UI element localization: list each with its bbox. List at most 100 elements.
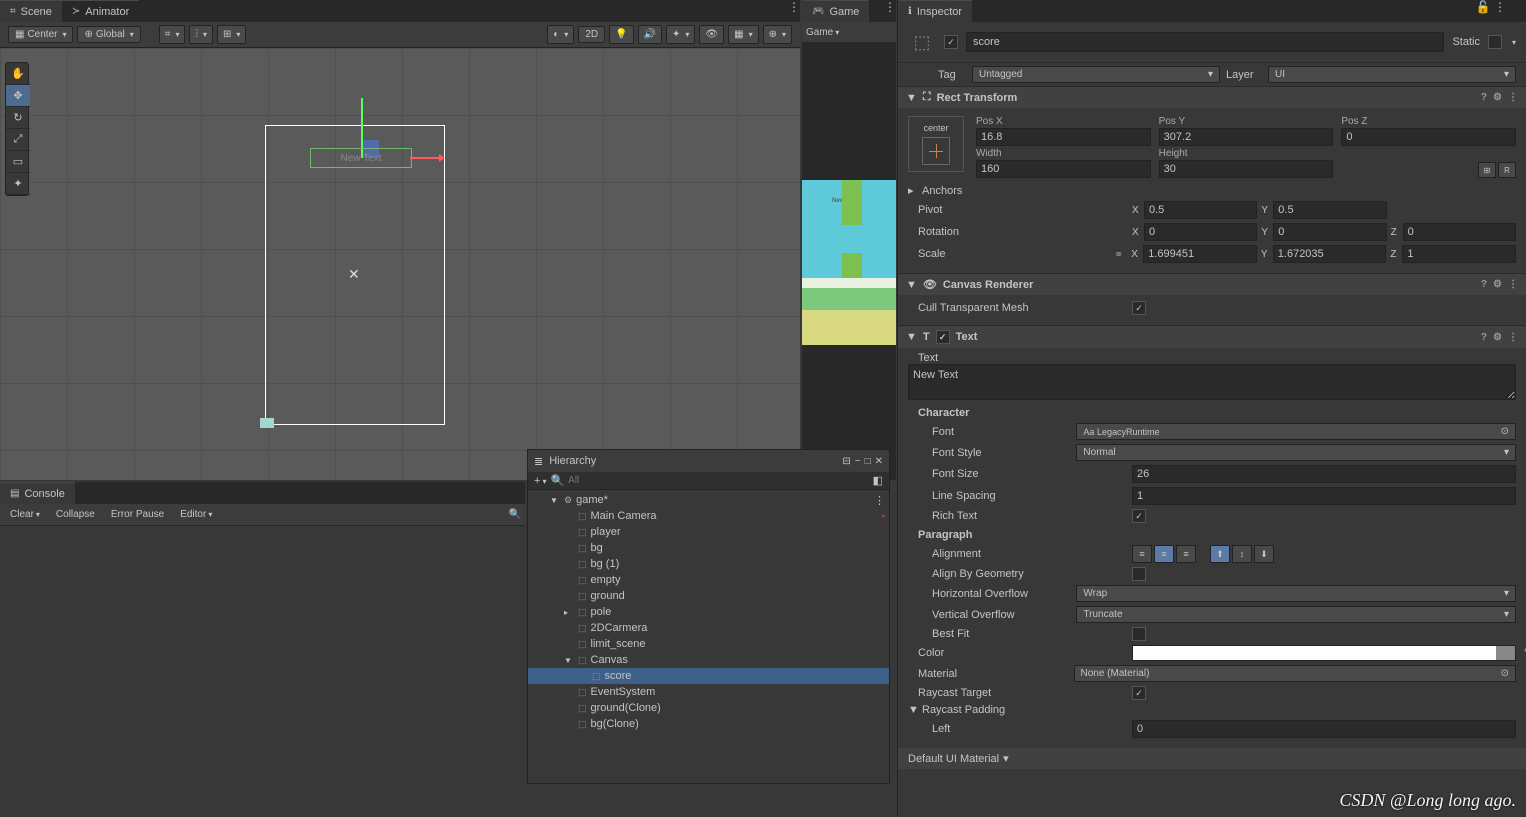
align-geom-checkbox[interactable]: [1132, 567, 1146, 581]
hierarchy-item[interactable]: ⬚bg: [528, 540, 889, 556]
animator-tab[interactable]: ≻Animator: [62, 0, 139, 22]
shading-mode-btn[interactable]: ◐: [547, 25, 574, 44]
h-overflow-dropdown[interactable]: Wrap▾: [1076, 585, 1516, 602]
hierarchy-item[interactable]: ▼⚙game*⋮: [528, 492, 889, 508]
rich-text-checkbox[interactable]: [1132, 509, 1146, 523]
scale-x-input[interactable]: [1143, 245, 1257, 263]
scale-y-input[interactable]: [1273, 245, 1387, 263]
hidden-btn[interactable]: 👁: [699, 25, 724, 44]
rot-y-input[interactable]: [1273, 223, 1386, 241]
editor-dropdown[interactable]: Editor: [174, 507, 218, 522]
preset-icon[interactable]: ⚙: [1493, 92, 1502, 103]
camera-btn[interactable]: ▦: [728, 25, 758, 44]
preset-icon[interactable]: ⚙: [1493, 332, 1502, 343]
hierarchy-item[interactable]: ⬚score: [528, 668, 889, 684]
help-icon[interactable]: ?: [1481, 279, 1487, 290]
game-tab[interactable]: 🎮Game: [802, 0, 869, 22]
anchors-foldout[interactable]: ▸: [908, 184, 918, 197]
maximize-icon[interactable]: □: [865, 456, 871, 467]
game-display-dropdown[interactable]: Game: [806, 27, 839, 38]
hierarchy-item[interactable]: ▸⬚pole: [528, 604, 889, 620]
cull-checkbox[interactable]: [1132, 301, 1146, 315]
help-icon[interactable]: ?: [1481, 332, 1487, 343]
font-size-input[interactable]: [1132, 465, 1516, 483]
pos-z-input[interactable]: [1341, 128, 1516, 146]
search-icon[interactable]: 🔍: [509, 509, 521, 520]
search-type-icon[interactable]: ◧: [873, 474, 883, 487]
hierarchy-item[interactable]: ⬚ground(Clone): [528, 700, 889, 716]
anchor-preset-button[interactable]: center middle: [908, 116, 964, 172]
raycast-target-checkbox[interactable]: [1132, 686, 1146, 700]
2d-toggle-btn[interactable]: 2D: [578, 26, 605, 43]
gizmo-x-axis[interactable]: [410, 157, 440, 159]
align-middle-btn[interactable]: ↕: [1232, 545, 1252, 563]
best-fit-checkbox[interactable]: [1132, 627, 1146, 641]
rotate-tool[interactable]: ↻: [6, 107, 30, 129]
game-menu-icon[interactable]: ⋮: [884, 0, 896, 22]
snap-increment-btn[interactable]: ⫶: [189, 25, 213, 44]
scene-tab[interactable]: ⌗Scene: [0, 0, 62, 22]
clear-button[interactable]: Clear: [4, 507, 46, 522]
static-dropdown[interactable]: [1510, 36, 1516, 48]
snap-settings-btn[interactable]: ⊞: [217, 25, 246, 44]
active-checkbox[interactable]: [944, 35, 958, 49]
move-tool[interactable]: ✥: [6, 85, 30, 107]
align-bottom-btn[interactable]: ⬇: [1254, 545, 1274, 563]
scale-z-input[interactable]: [1402, 245, 1516, 263]
hierarchy-item[interactable]: ▼⬚Canvas: [528, 652, 889, 668]
hierarchy-item[interactable]: ⬚player: [528, 524, 889, 540]
scale-tool[interactable]: ⤢: [6, 129, 30, 151]
hand-tool[interactable]: ✋: [6, 63, 30, 85]
grid-snap-btn[interactable]: ⌗: [159, 25, 186, 44]
align-top-btn[interactable]: ⬆: [1210, 545, 1230, 563]
hierarchy-search-input[interactable]: [568, 475, 868, 486]
height-input[interactable]: [1159, 160, 1334, 178]
align-center-btn[interactable]: ≡: [1154, 545, 1174, 563]
hierarchy-item[interactable]: ⬚ground: [528, 588, 889, 604]
canvas-renderer-header[interactable]: ▼ 👁 Canvas Renderer ?⚙⋮: [898, 274, 1526, 295]
rect-tool[interactable]: ▭: [6, 151, 30, 173]
menu-icon[interactable]: ⋮: [1508, 92, 1518, 103]
audio-btn[interactable]: 🔊: [638, 25, 662, 44]
console-tab[interactable]: ▤Console: [0, 482, 75, 504]
coord-global-dropdown[interactable]: ⊕Global: [77, 26, 140, 43]
fx-btn[interactable]: ✦: [666, 25, 695, 44]
pos-x-input[interactable]: [976, 128, 1151, 146]
tag-dropdown[interactable]: Untagged▾: [972, 66, 1220, 83]
error-pause-button[interactable]: Error Pause: [105, 507, 170, 522]
color-field[interactable]: ✎: [1132, 645, 1516, 661]
v-overflow-dropdown[interactable]: Truncate▾: [1076, 606, 1516, 623]
scene-menu-icon[interactable]: ⋮: [788, 0, 800, 22]
material-field[interactable]: None (Material)⊙: [1074, 665, 1517, 682]
tree-arrow-icon[interactable]: ▸: [564, 608, 574, 617]
text-enable-checkbox[interactable]: [936, 330, 950, 344]
text-header[interactable]: ▼ T Text ?⚙⋮: [898, 326, 1526, 348]
width-input[interactable]: [976, 160, 1151, 178]
transform-tool[interactable]: ✦: [6, 173, 30, 195]
lock-icon[interactable]: ⊟: [842, 456, 850, 467]
pivot-x-input[interactable]: [1144, 201, 1257, 219]
rect-transform-header[interactable]: ▼ ⛶ Rect Transform ?⚙⋮: [898, 87, 1526, 108]
rot-x-input[interactable]: [1144, 223, 1257, 241]
static-checkbox[interactable]: [1488, 35, 1502, 49]
hierarchy-item[interactable]: ⬚limit_scene: [528, 636, 889, 652]
inspector-lock-icon[interactable]: 🔓 ⋮: [1476, 0, 1526, 22]
pivot-y-input[interactable]: [1273, 201, 1386, 219]
collapse-button[interactable]: Collapse: [50, 507, 101, 522]
scene-viewport[interactable]: New Text ✕: [0, 48, 800, 480]
padding-left-input[interactable]: [1132, 720, 1516, 738]
rot-z-input[interactable]: [1403, 223, 1516, 241]
menu-icon[interactable]: ⋮: [1508, 332, 1518, 343]
raw-edit-btn[interactable]: R: [1498, 162, 1516, 178]
align-left-btn[interactable]: ≡: [1132, 545, 1152, 563]
raycast-padding-foldout[interactable]: ▼: [908, 704, 918, 716]
default-material-row[interactable]: Default UI Material▾: [898, 748, 1526, 769]
hierarchy-item[interactable]: ⬚bg (1): [528, 556, 889, 572]
selected-text-rect[interactable]: New Text: [310, 148, 412, 168]
gameobject-icon[interactable]: ⬚: [908, 28, 936, 56]
scene-menu-icon[interactable]: ⋮: [874, 494, 885, 507]
line-spacing-input[interactable]: [1132, 487, 1516, 505]
menu-icon[interactable]: ⋮: [1508, 279, 1518, 290]
blueprint-btn[interactable]: ⊞: [1478, 162, 1496, 178]
hierarchy-item[interactable]: ⬚EventSystem: [528, 684, 889, 700]
